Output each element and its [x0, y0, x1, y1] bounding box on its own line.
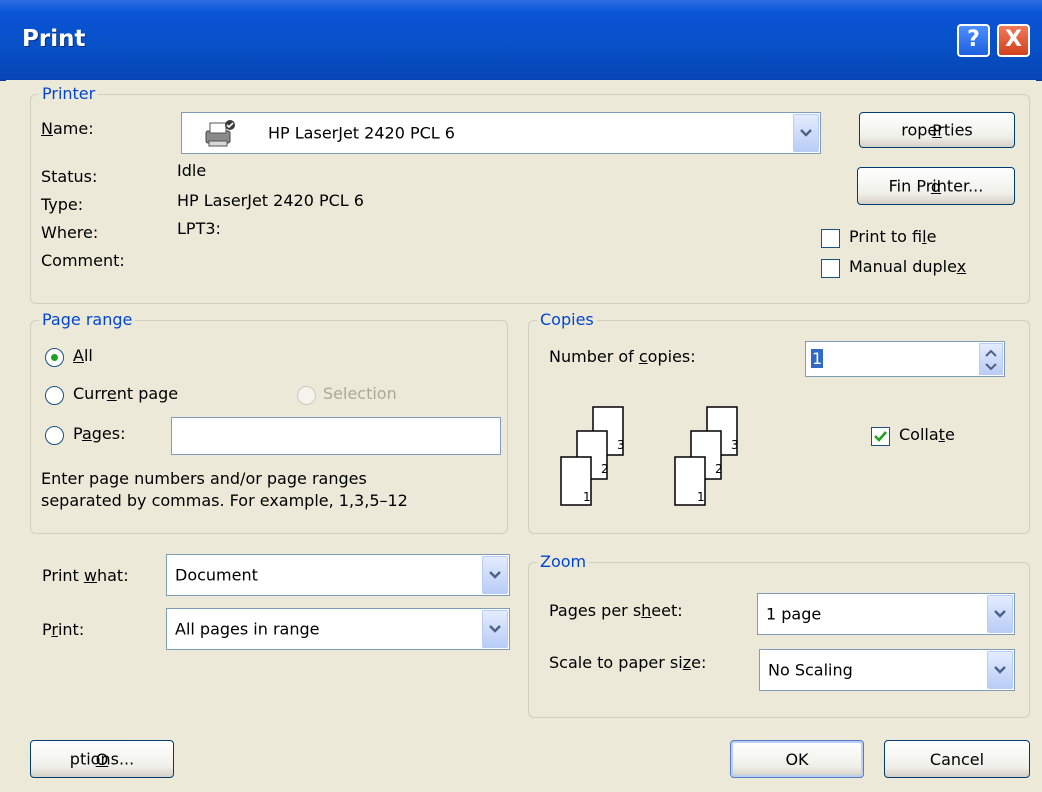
collate-pages-icon: 3 2 1: [560, 406, 625, 506]
pages-per-sheet-label: Pages per sheet:: [549, 601, 683, 620]
dialog-body: Printer Name: HP LaserJet 2420 PCL 6 Sta…: [6, 80, 1036, 792]
status-label: Status:: [41, 167, 98, 186]
close-button[interactable]: X: [997, 24, 1030, 57]
page-number: 3: [731, 438, 739, 452]
pages-label: Pages:: [73, 424, 126, 443]
page-range-group: Page range All Current page Selection Pa…: [30, 310, 508, 534]
pages-per-sheet-dropdown-button[interactable]: [987, 595, 1013, 633]
current-page-label: Current page: [73, 384, 179, 403]
print-select[interactable]: All pages in range: [166, 608, 510, 650]
printer-name-dropdown-button[interactable]: [793, 114, 819, 152]
copies-group: Copies Number of copies: 1 3 2 1 3 2 1 C…: [528, 310, 1030, 534]
selection-radio[interactable]: [297, 386, 316, 405]
printer-legend: Printer: [39, 84, 99, 103]
print-what-select[interactable]: Document: [166, 554, 510, 596]
properties-button[interactable]: Properties: [859, 112, 1015, 148]
type-label: Type:: [41, 195, 84, 214]
spin-updown-icon[interactable]: [979, 343, 1003, 375]
cancel-button[interactable]: Cancel: [884, 740, 1030, 778]
title-bar[interactable]: Print ? X: [0, 0, 1042, 81]
all-label: All: [73, 346, 93, 365]
chevron-down-icon: [994, 610, 1006, 618]
where-label: Where:: [41, 223, 99, 242]
pages-per-sheet-select[interactable]: 1 page: [757, 593, 1015, 635]
scale-to-paper-size-value: No Scaling: [768, 660, 853, 680]
print-label: Print:: [42, 620, 85, 639]
print-what-label: Print what:: [42, 566, 129, 585]
options-button[interactable]: Options...: [30, 740, 174, 778]
ok-button[interactable]: OK: [730, 740, 864, 778]
printer-name-value: HP LaserJet 2420 PCL 6: [268, 123, 455, 143]
checkmark-icon: [874, 431, 887, 442]
print-to-file-checkbox[interactable]: [821, 229, 840, 248]
number-of-copies-label: Number of copies:: [549, 347, 696, 366]
printer-name-select[interactable]: HP LaserJet 2420 PCL 6: [181, 112, 821, 154]
page-number: 1: [697, 490, 705, 504]
comment-label: Comment:: [41, 251, 125, 270]
status-value: Idle: [177, 161, 207, 180]
page-range-hint-line1: Enter page numbers and/or page ranges: [41, 469, 367, 488]
print-dropdown-button[interactable]: [482, 610, 508, 648]
all-radio[interactable]: [45, 348, 64, 367]
page-range-hint-line2: separated by commas. For example, 1,3,5–…: [41, 491, 408, 510]
type-value: HP LaserJet 2420 PCL 6: [177, 191, 364, 210]
page-number: 1: [583, 490, 591, 504]
name-label: Name:: [41, 119, 94, 138]
scale-to-paper-size-dropdown-button[interactable]: [987, 651, 1013, 689]
print-to-file-label: Print to file: [849, 227, 937, 246]
manual-duplex-checkbox[interactable]: [821, 259, 840, 278]
collate-pages-icon: 3 2 1: [674, 406, 739, 506]
chevron-down-icon: [994, 666, 1006, 674]
page-number: 2: [601, 462, 609, 476]
collate-checkbox[interactable]: [871, 427, 890, 446]
scale-to-paper-size-select[interactable]: No Scaling: [759, 649, 1015, 691]
page-range-legend: Page range: [39, 310, 136, 329]
collate-label: Collate: [899, 425, 955, 444]
pages-input[interactable]: [171, 417, 501, 455]
chevron-down-icon: [800, 129, 812, 137]
print-what-value: Document: [175, 565, 258, 585]
window-title: Print: [22, 26, 86, 52]
zoom-group: Zoom Pages per sheet: 1 page Scale to pa…: [528, 552, 1030, 718]
where-value: LPT3:: [177, 219, 221, 238]
number-of-copies-spinner[interactable]: 1: [805, 341, 1005, 377]
printer-icon: [205, 120, 235, 147]
printer-group: Printer Name: HP LaserJet 2420 PCL 6 Sta…: [30, 84, 1030, 304]
scale-to-paper-size-label: Scale to paper size:: [549, 653, 707, 672]
print-dialog: Print ? X Printer Name: HP LaserJet 2420…: [0, 0, 1042, 792]
page-number: 3: [617, 438, 625, 452]
chevron-down-icon: [489, 571, 501, 579]
chevron-down-icon: [489, 625, 501, 633]
manual-duplex-label: Manual duplex: [849, 257, 967, 276]
number-of-copies-value: 1: [811, 349, 824, 368]
current-page-radio[interactable]: [45, 386, 64, 405]
print-value: All pages in range: [175, 619, 320, 639]
zoom-legend: Zoom: [537, 552, 590, 571]
find-printer-button[interactable]: Fin d Printer...: [857, 167, 1015, 205]
page-number: 2: [715, 462, 723, 476]
pages-per-sheet-value: 1 page: [766, 604, 822, 624]
print-what-dropdown-button[interactable]: [482, 556, 508, 594]
copies-legend: Copies: [537, 310, 597, 329]
help-button[interactable]: ?: [957, 24, 990, 57]
pages-radio[interactable]: [45, 426, 64, 445]
selection-label: Selection: [323, 384, 397, 403]
